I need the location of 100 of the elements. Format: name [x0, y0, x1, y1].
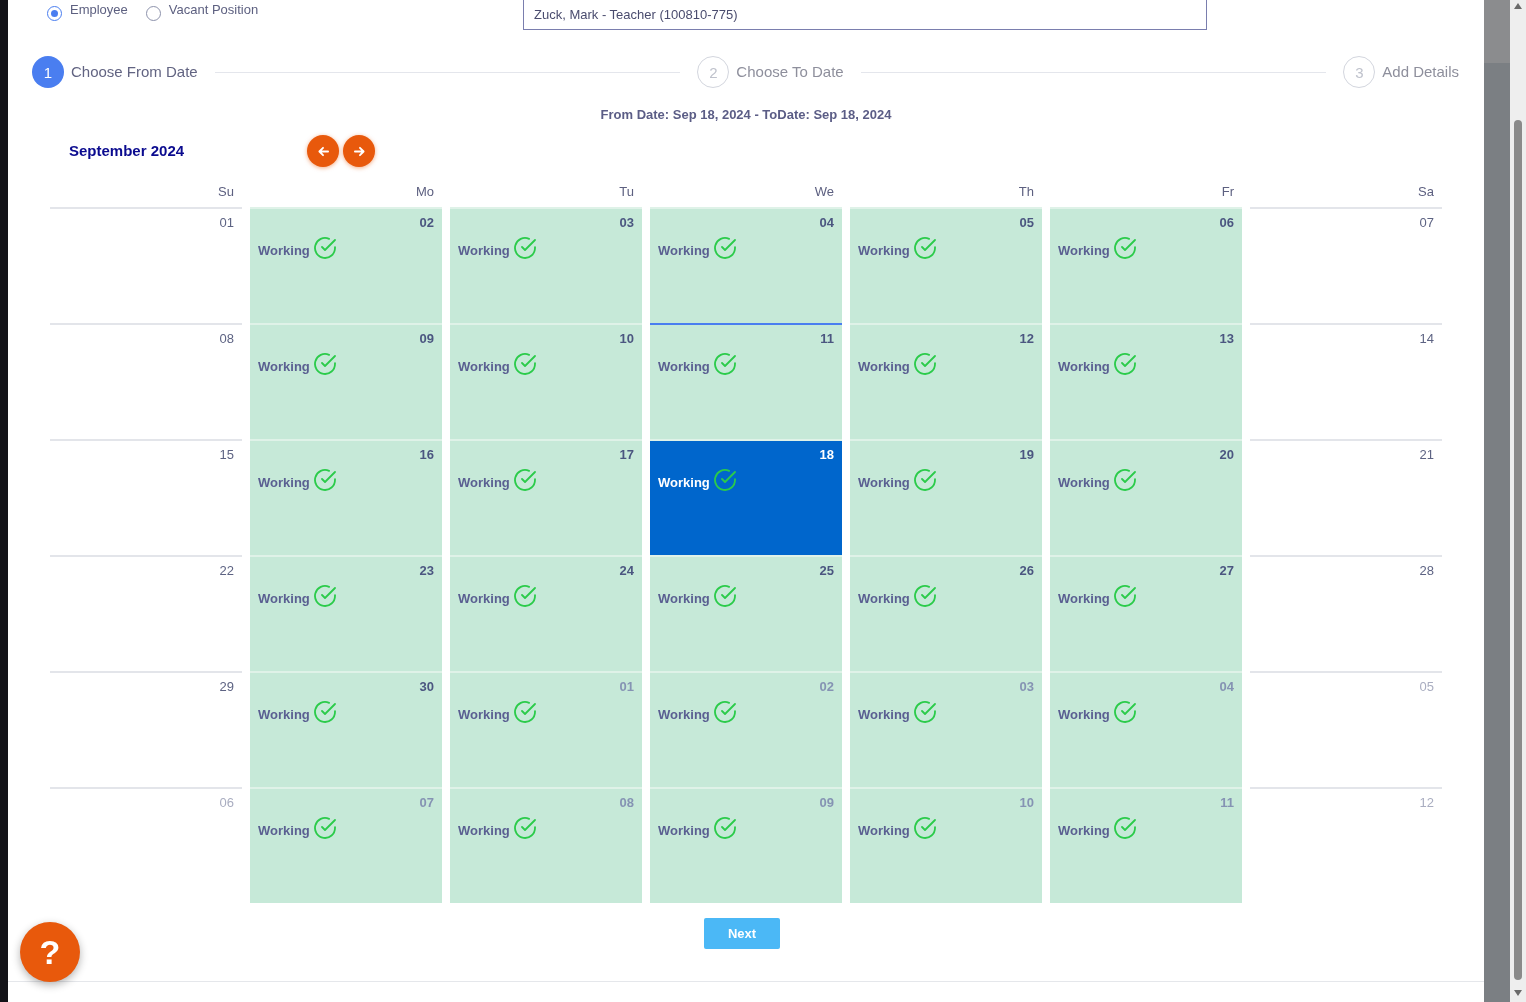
day-number: 29: [219, 679, 234, 695]
check-circle-icon: [913, 817, 936, 839]
day-cell[interactable]: 27 Working: [1050, 555, 1242, 671]
day-cell[interactable]: 19 Working: [850, 439, 1042, 555]
day-cell[interactable]: 11 Working: [650, 323, 842, 439]
day-number: 18: [819, 447, 834, 463]
check-circle-icon: [513, 701, 536, 723]
day-cell[interactable]: 09 Working: [650, 787, 842, 903]
day-cell[interactable]: 30 Working: [250, 671, 442, 787]
day-cell[interactable]: 05 Working: [850, 207, 1042, 323]
check-circle-icon: [1113, 817, 1136, 839]
scrollbar-thumb[interactable]: [1514, 120, 1522, 980]
day-number: 11: [820, 331, 834, 347]
check-circle-icon: [313, 353, 336, 375]
day-cell[interactable]: 04 Working: [1050, 671, 1242, 787]
day-cell[interactable]: 10 Working: [850, 787, 1042, 903]
check-circle-icon: [913, 701, 936, 723]
radio-label[interactable]: Employee: [70, 2, 128, 18]
check-circle-icon: [313, 237, 336, 259]
status-label: Working: [458, 707, 510, 723]
day-number: 28: [1419, 563, 1434, 579]
scrollbar[interactable]: [1510, 0, 1526, 1002]
check-circle-icon: [913, 585, 936, 607]
status-label: Working: [658, 243, 710, 259]
previous-month-button[interactable]: [307, 135, 339, 167]
step-label: Choose To Date: [736, 61, 844, 82]
day-number: 07: [419, 795, 434, 811]
check-circle-icon: [1113, 701, 1136, 723]
check-circle-icon: [513, 817, 536, 839]
day-number: 25: [819, 563, 834, 579]
status-label: Working: [658, 591, 710, 607]
day-cell[interactable]: 11 Working: [1050, 787, 1242, 903]
day-number: 24: [619, 563, 634, 579]
day-cell[interactable]: 10 Working: [450, 323, 642, 439]
day-number: 13: [1219, 331, 1234, 347]
day-cell[interactable]: 17 Working: [450, 439, 642, 555]
radio-label[interactable]: Vacant Position: [168, 2, 259, 18]
day-number: 04: [1219, 679, 1234, 695]
check-circle-icon: [913, 353, 936, 375]
day-cell[interactable]: 03 Working: [450, 207, 642, 323]
day-cell[interactable]: 13 Working: [1050, 323, 1242, 439]
check-circle-icon: [1113, 237, 1136, 259]
status-label: Working: [258, 359, 310, 375]
status-label: Working: [458, 359, 510, 375]
status-label: Working: [458, 243, 510, 259]
scroll-up-icon[interactable]: [1514, 3, 1522, 9]
arrow-left-icon: [317, 145, 329, 157]
date-range-text: From Date: Sep 18, 2024 - ToDate: Sep 18, 2024: [600, 107, 892, 122]
day-cell[interactable]: 01 Working: [450, 671, 642, 787]
day-cell[interactable]: 09 Working: [250, 323, 442, 439]
day-cell[interactable]: 08 Working: [450, 787, 642, 903]
check-circle-icon: [713, 817, 736, 839]
weekday-label: Sa: [1418, 184, 1434, 199]
day-cell[interactable]: 20 Working: [1050, 439, 1242, 555]
day-cell[interactable]: 06 Working: [1050, 207, 1242, 323]
status-label: Working: [458, 475, 510, 491]
status-label: Working: [1058, 359, 1110, 375]
check-circle-icon: [513, 585, 536, 607]
check-circle-icon: [513, 353, 536, 375]
check-circle-icon: [513, 469, 536, 491]
day-cell[interactable]: 12 Working: [850, 323, 1042, 439]
day-cell[interactable]: 25 Working: [650, 555, 842, 671]
day-cell[interactable]: 16 Working: [250, 439, 442, 555]
check-circle-icon: [913, 469, 936, 491]
weekday-label: Fr: [1221, 184, 1234, 199]
day-number: 06: [1219, 215, 1234, 231]
day-cell[interactable]: 26 Working: [850, 555, 1042, 671]
check-circle-icon: [513, 237, 536, 259]
day-number: 27: [1219, 563, 1234, 579]
check-circle-icon: [313, 469, 336, 491]
day-cell[interactable]: 02 Working: [250, 207, 442, 323]
day-number: 26: [1019, 563, 1034, 579]
status-label: Working: [858, 707, 910, 723]
day-number: 30: [419, 679, 434, 695]
status-label: Working: [258, 707, 310, 723]
day-number: 01: [219, 215, 234, 231]
day-cell[interactable]: 18 Working: [650, 439, 842, 555]
step-number: 1: [32, 56, 64, 88]
day-cell[interactable]: 04 Working: [650, 207, 842, 323]
day-cell[interactable]: 02 Working: [650, 671, 842, 787]
day-number: 02: [419, 215, 434, 231]
status-label: Working: [458, 591, 510, 607]
check-circle-icon: [313, 585, 336, 607]
day-number: 01: [619, 679, 634, 695]
help-button[interactable]: ?: [20, 922, 80, 982]
check-circle-icon: [713, 469, 736, 491]
employee-field[interactable]: Zuck, Mark - Teacher (100810-775): [523, 0, 1207, 30]
weekday-label: Mo: [415, 184, 434, 199]
day-cell[interactable]: 23 Working: [250, 555, 442, 671]
arrow-right-icon: [353, 145, 365, 157]
status-label: Working: [1058, 243, 1110, 259]
weekday-label: We: [814, 184, 834, 199]
scroll-down-icon[interactable]: [1514, 990, 1522, 996]
day-cell[interactable]: 24 Working: [450, 555, 642, 671]
check-circle-icon: [1113, 469, 1136, 491]
day-number: 04: [819, 215, 834, 231]
day-number: 05: [1419, 679, 1434, 695]
day-cell[interactable]: 07 Working: [250, 787, 442, 903]
day-cell[interactable]: 03 Working: [850, 671, 1042, 787]
next-month-button[interactable]: [343, 135, 375, 167]
